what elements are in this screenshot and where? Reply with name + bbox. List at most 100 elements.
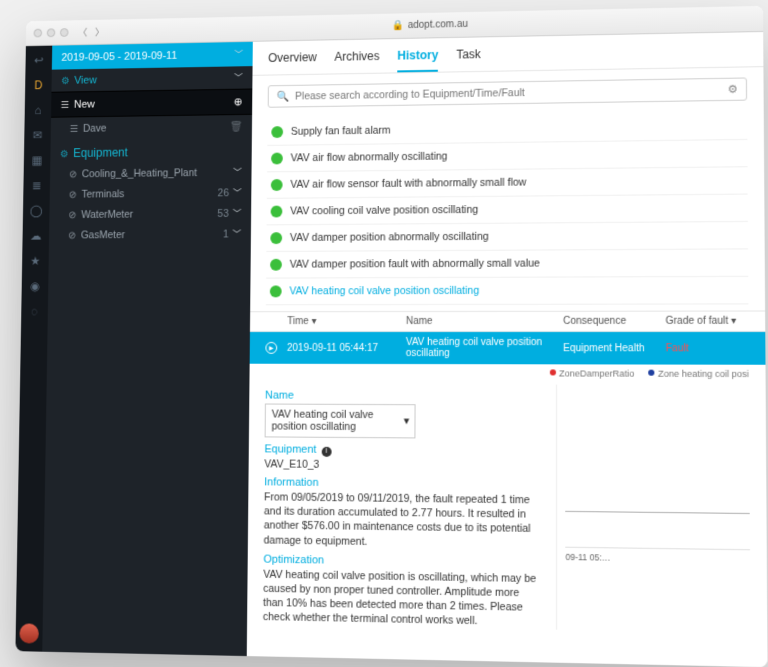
table-header: Time ▾ Name Consequence Grade of fault ▾ (250, 310, 765, 332)
sidebar-item-label: Dave (83, 122, 106, 134)
gear-icon: ⚙ (60, 149, 69, 160)
home-icon[interactable]: ⌂ (31, 103, 44, 117)
help-icon[interactable]: ◌ (28, 305, 42, 319)
legend-b: Zone heating coil posi (658, 369, 749, 379)
chevron-down-icon: ﹀ (234, 71, 243, 84)
back-icon[interactable]: ↩ (32, 53, 45, 67)
chevron-down-icon: ﹀ (233, 186, 242, 199)
cycle-icon[interactable]: ◯ (30, 204, 43, 218)
fault-label: VAV air flow abnormally oscillating (291, 151, 448, 165)
gear-icon[interactable]: ⚙ (727, 83, 737, 96)
list-icon[interactable]: ≣ (30, 179, 43, 193)
grid-icon[interactable]: ▦ (30, 153, 43, 167)
link-icon: ⊘ (69, 189, 77, 200)
play-cell[interactable]: ▶ (265, 342, 287, 354)
detail-equipment-label: Equipment i (264, 443, 542, 458)
cloud-icon[interactable]: ☁ (29, 229, 42, 243)
chevron-down-icon: ﹀ (233, 207, 242, 220)
fault-item-selected[interactable]: VAV heating coil valve position oscillat… (266, 277, 749, 305)
cell-name: VAV heating coil valve position oscillat… (406, 337, 563, 359)
col-time[interactable]: Time ▾ (287, 316, 406, 327)
equipment-item[interactable]: ⊘GasMeter 1﹀ (49, 224, 251, 246)
name-select-value: VAV heating coil valve position oscillat… (272, 409, 404, 434)
content: ↩ D ⌂ ✉ ▦ ≣ ◯ ☁ ★ ◉ ◌ 2019-09-05 - 2019-… (15, 32, 767, 667)
fault-item[interactable]: VAV damper position fault with abnormall… (266, 249, 748, 278)
close-dot[interactable] (34, 29, 43, 38)
info-icon[interactable]: i (321, 447, 331, 457)
fault-list: Supply fan fault alarm VAV air flow abno… (250, 110, 765, 311)
date-range-bar[interactable]: 2019-09-05 - 2019-09-11 ﹀ (52, 42, 253, 70)
fault-label: VAV damper position abnormally oscillati… (290, 231, 489, 244)
min-dot[interactable] (47, 28, 56, 37)
search-input[interactable] (295, 83, 721, 102)
chevron-down-icon: ▾ (404, 415, 409, 427)
cell-consequence: Equipment Health (563, 343, 666, 354)
forward-icon[interactable]: 〉 (95, 24, 105, 39)
fault-item[interactable]: VAV damper position abnormally oscillati… (266, 222, 748, 252)
equipment-name: WaterMeter (81, 208, 133, 220)
col-consequence[interactable]: Consequence (563, 316, 665, 327)
date-range-text: 2019-09-05 - 2019-09-11 (61, 50, 177, 64)
status-dot-icon (271, 179, 283, 191)
tab-overview[interactable]: Overview (268, 50, 317, 74)
menu-icon: ☰ (70, 124, 79, 135)
status-dot-icon (271, 153, 283, 165)
chevron-down-icon: ﹀ (233, 166, 242, 179)
gear-icon: ⚙ (61, 76, 70, 87)
link-icon: ⊘ (69, 169, 77, 180)
chevron-down-icon: ﹀ (232, 228, 241, 241)
max-dot[interactable] (60, 28, 69, 37)
fault-label: VAV heating coil valve position oscillat… (289, 285, 479, 297)
status-dot-icon (270, 259, 282, 271)
fault-item[interactable]: VAV cooling coil valve position oscillat… (267, 195, 748, 226)
detail-information-label: Information (264, 476, 542, 491)
avatar[interactable] (19, 623, 39, 643)
new-row[interactable]: ☰New ⊕ (51, 88, 252, 117)
equipment-name: Terminals (81, 188, 124, 200)
chart-xaxis: 09-11 05:… (565, 548, 750, 565)
inbox-icon[interactable]: ✉ (31, 128, 44, 142)
nav-arrows: 〈 〉 (78, 24, 105, 39)
col-grade[interactable]: Grade of fault ▾ (666, 316, 749, 327)
tab-archives[interactable]: Archives (334, 49, 379, 73)
back-icon[interactable]: 〈 (78, 25, 88, 40)
equipment-name: GasMeter (81, 229, 125, 241)
browser-window: 〈 〉 🔒adopt.com.au ↩ D ⌂ ✉ ▦ ≣ ◯ ☁ ★ ◉ ◌ … (15, 6, 767, 667)
d-icon[interactable]: D (32, 78, 45, 92)
detail-equipment-value: VAV_E10_3 (264, 458, 542, 473)
equipment-count: 53 (217, 207, 228, 219)
detail-panel: Name VAV heating coil valve position osc… (247, 378, 768, 651)
sidebar-item-dave[interactable]: ☰ Dave 🗑 (51, 115, 252, 140)
search-bar[interactable]: 🔍 ⚙ (268, 77, 747, 107)
equipment-label: Equipment (73, 146, 128, 160)
equipment-count: 26 (218, 187, 229, 199)
chevron-down-icon: ﹀ (234, 48, 243, 61)
detail-optimization-text: VAV heating coil valve position is oscil… (263, 567, 542, 630)
cell-grade: Fault (666, 343, 749, 354)
equipment-item[interactable]: ⊘ Terminals 26 ﹀ (50, 182, 252, 204)
col-name[interactable]: Name (406, 316, 563, 327)
equipment-item[interactable]: ⊘ Cooling_&_Heating_Plant ﹀ (50, 162, 252, 185)
play-icon: ▶ (265, 342, 277, 354)
equipment-name: Cooling_&_Heating_Plant (82, 167, 197, 180)
fault-label: VAV damper position fault with abnormall… (290, 258, 540, 271)
plus-icon[interactable]: ⊕ (234, 95, 243, 108)
fault-label: VAV air flow sensor fault with abnormall… (290, 177, 526, 191)
tab-task[interactable]: Task (456, 47, 481, 71)
search-icon: 🔍 (276, 90, 289, 103)
view-label: View (74, 74, 97, 86)
status-dot-icon (271, 206, 283, 218)
lock-icon: 🔒 (392, 20, 404, 31)
equipment-header[interactable]: ⚙ Equipment (50, 137, 252, 164)
table-row[interactable]: ▶ 2019-09-11 05:44:17 VAV heating coil v… (250, 332, 766, 365)
window-controls[interactable] (34, 28, 69, 37)
view-section[interactable]: ⚙ View ﹀ (51, 66, 252, 92)
fault-label: Supply fan fault alarm (291, 125, 391, 138)
globe-icon[interactable]: ◉ (28, 279, 42, 293)
name-select[interactable]: VAV heating coil valve position oscillat… (265, 404, 416, 439)
fault-item[interactable]: VAV air flow sensor fault with abnormall… (267, 167, 748, 199)
equipment-item[interactable]: ⊘WaterMeter 53﹀ (49, 203, 251, 225)
tab-history[interactable]: History (397, 48, 438, 72)
leaf-icon[interactable]: ★ (29, 254, 42, 268)
trash-icon[interactable]: 🗑 (229, 120, 242, 133)
